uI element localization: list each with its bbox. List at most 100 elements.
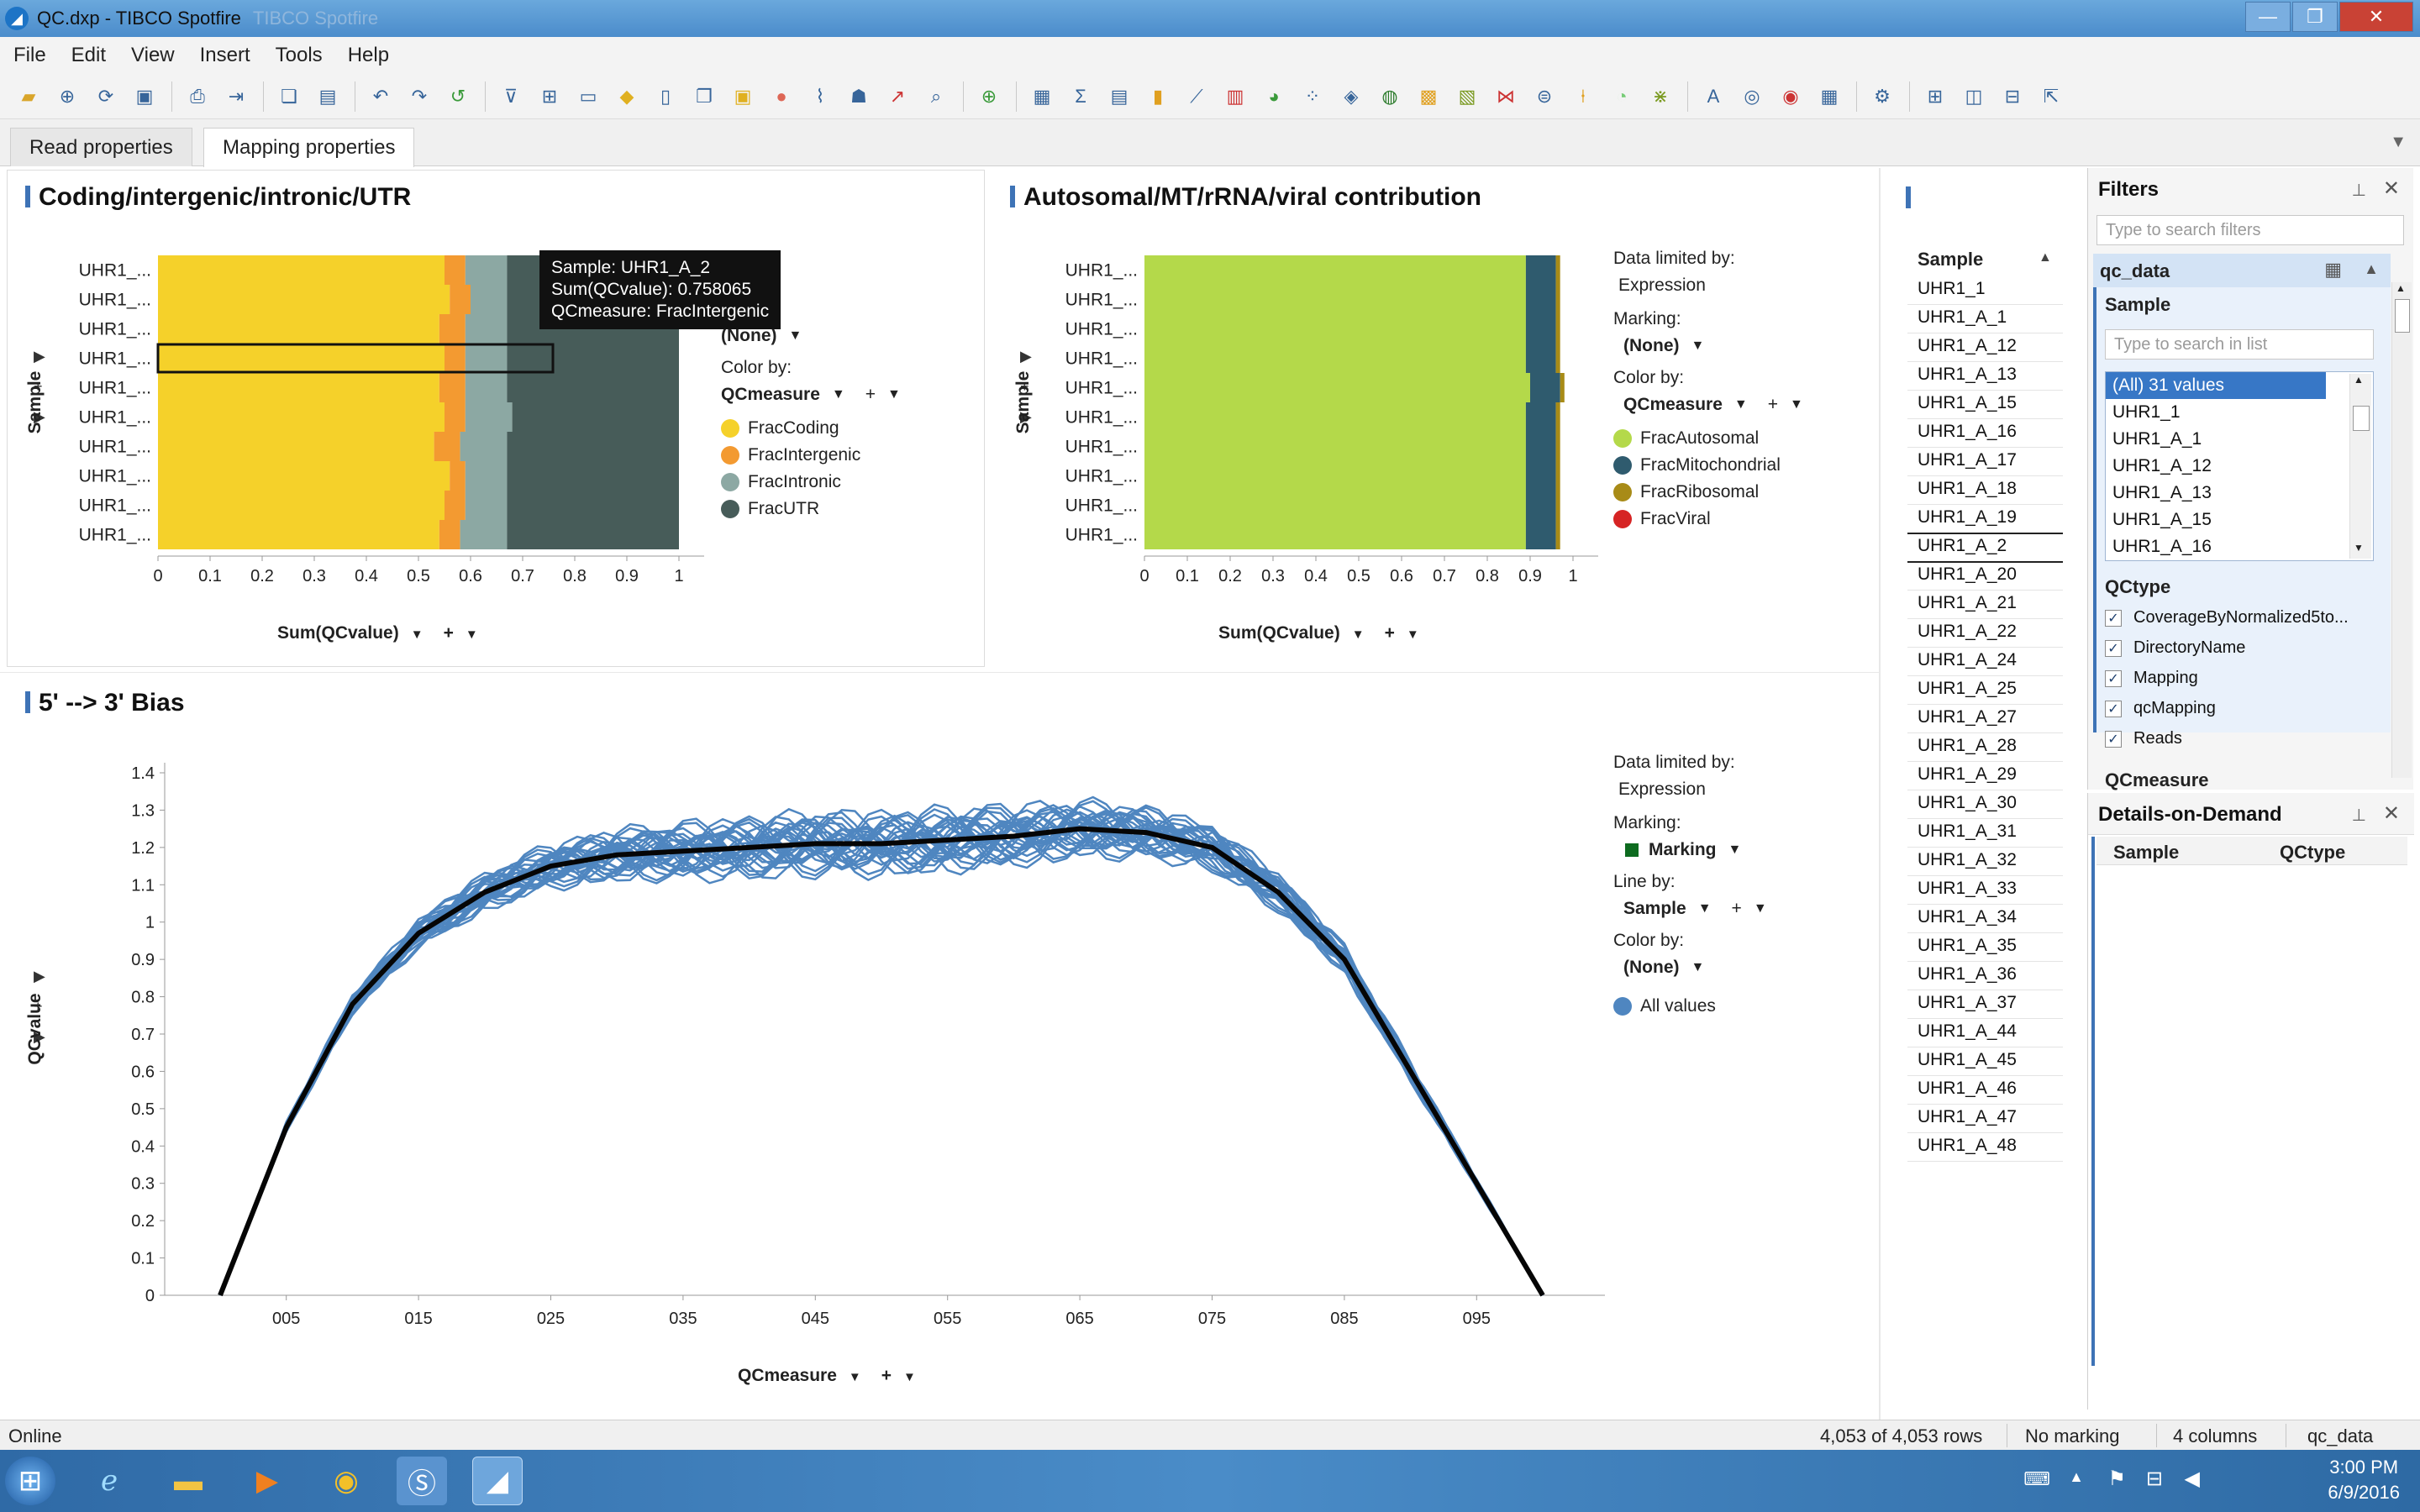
tab-mapping-properties[interactable]: Mapping properties [203, 128, 415, 167]
table-row[interactable]: UHR1_A_32 [1918, 850, 2017, 870]
listbox-scrollbar[interactable]: ▲ ▼ [2349, 374, 2371, 559]
menu-tools[interactable]: Tools [276, 44, 323, 67]
treemap-icon[interactable]: ▩ [1415, 83, 1442, 110]
marking-selector[interactable]: Marking ▼ [1613, 837, 1767, 864]
legend-item[interactable]: FracIntronic [721, 469, 901, 496]
table-row[interactable]: UHR1_A_20 [1918, 564, 2017, 585]
list-search-input[interactable]: Type to search in list [2105, 329, 2374, 360]
legend-item[interactable]: All values [1613, 993, 1767, 1020]
table-row[interactable]: UHR1_A_2 [1918, 536, 2007, 556]
zoom-icon[interactable]: ⌕ [923, 83, 950, 110]
map-icon[interactable]: ◍ [1376, 83, 1403, 110]
menu-insert[interactable]: Insert [200, 44, 250, 67]
table-row[interactable]: UHR1_A_15 [1918, 393, 2017, 413]
menu-help[interactable]: Help [348, 44, 389, 67]
table-row[interactable]: UHR1_A_18 [1918, 479, 2017, 499]
table-row[interactable]: UHR1_A_47 [1918, 1107, 2017, 1127]
collapse-icon[interactable]: ▲ [2364, 260, 2379, 278]
text-area-icon[interactable]: A [1700, 83, 1727, 110]
chrome-icon[interactable]: ◉ [321, 1457, 371, 1505]
line-by-selector[interactable]: Sample ▼ + ▼ [1613, 895, 1767, 922]
graphical-table-icon[interactable]: ▤ [1106, 83, 1133, 110]
table-row[interactable]: UHR1_A_22 [1918, 622, 2017, 642]
legend-item[interactable]: FracMitochondrial [1613, 452, 1803, 479]
kpi-icon[interactable]: ◎ [1739, 83, 1765, 110]
table-row[interactable]: UHR1_A_46 [1918, 1079, 2017, 1099]
checkbox[interactable]: ✓ [2105, 609, 2122, 627]
table-icon[interactable]: ▦ [2324, 259, 2342, 281]
details-col-sample[interactable]: Sample [2113, 842, 2179, 864]
waterfall-icon[interactable]: ◔ [1608, 83, 1635, 110]
bias-line-chart[interactable]: QCvalue 1.4 1.3 1.2 1.1 1 0.9 0.8 0.7 0.6 0.5 0.4 0.… [17, 739, 1613, 1352]
filter-search-input[interactable]: Type to search filters [2096, 215, 2404, 245]
cross-table-icon[interactable]: Σ [1067, 83, 1094, 110]
table-row[interactable]: UHR1_A_13 [1918, 365, 2017, 385]
heatmap-icon[interactable]: ▧ [1454, 83, 1481, 110]
details-col-qctype[interactable]: QCtype [2280, 842, 2345, 864]
table-row[interactable]: UHR1_A_45 [1918, 1050, 2017, 1070]
tag-icon[interactable]: ◆ [613, 83, 640, 110]
parallel-icon[interactable]: ⋈ [1492, 83, 1519, 110]
filter-list-item[interactable]: UHR1_A_15 [2106, 507, 2326, 533]
sample-listbox[interactable]: (All) 31 values UHR1_1 UHR1_A_1 UHR1_A_12 UH… [2105, 371, 2374, 561]
checkbox[interactable]: ✓ [2105, 700, 2122, 717]
autosomal-bar-chart[interactable]: Sample UHR1_... UHR1_... UHR1_... UHR1_... UH… [1005, 244, 1610, 613]
table-row[interactable]: UHR1_A_44 [1918, 1021, 2017, 1042]
table-row[interactable]: UHR1_A_28 [1918, 736, 2017, 756]
undo-icon[interactable]: ↶ [367, 83, 394, 110]
reset-icon[interactable]: ↺ [445, 83, 471, 110]
table-row[interactable]: UHR1_A_34 [1918, 907, 2017, 927]
filter-icon[interactable]: ⊽ [497, 83, 524, 110]
skype-icon[interactable]: Ⓢ [397, 1457, 447, 1505]
media-player-icon[interactable]: ▶ [242, 1457, 292, 1505]
close-icon[interactable]: ✕ [2383, 176, 2400, 201]
details-icon[interactable]: ▭ [575, 83, 602, 110]
open-icon[interactable]: ▰ [15, 83, 42, 110]
sort-ascending-icon[interactable]: ▲ [2039, 250, 2052, 265]
checkbox[interactable]: ✓ [2105, 730, 2122, 748]
legend-item[interactable]: FracViral [1613, 506, 1803, 533]
layout-icon[interactable]: ⊞ [1922, 83, 1949, 110]
legend-item[interactable]: FracIntergenic [721, 442, 901, 469]
active-table[interactable]: qc_data [2307, 1425, 2373, 1447]
line-chart-icon[interactable]: ⟋ [1183, 83, 1210, 110]
table-row[interactable]: UHR1_A_30 [1918, 793, 2017, 813]
table-row[interactable]: UHR1_1 [1918, 279, 1986, 299]
scatter-icon[interactable]: ⁘ [1299, 83, 1326, 110]
scroll-up-icon[interactable]: ▲ [2354, 374, 2364, 386]
scroll-down-icon[interactable]: ▼ [2354, 542, 2364, 554]
table-row[interactable]: UHR1_A_31 [1918, 822, 2017, 842]
grid-icon[interactable]: ▦ [1816, 83, 1843, 110]
maximize-viz-icon[interactable]: ⇱ [2038, 83, 2065, 110]
qctype-checkbox-row[interactable]: ✓ DirectoryName [2105, 638, 2245, 658]
filter-list-item[interactable]: (All) 31 values [2106, 372, 2326, 399]
menu-view[interactable]: View [131, 44, 175, 67]
qctype-checkbox-row[interactable]: ✓ qcMapping [2105, 699, 2216, 718]
marking-icon[interactable]: ⊞ [536, 83, 563, 110]
table-group-header[interactable]: qc_data ▦ ▲ [2093, 254, 2391, 287]
minimize-button[interactable]: — [2245, 2, 2291, 32]
tray-expand-icon[interactable]: ▲ [2069, 1468, 2084, 1486]
add-data-icon[interactable]: ⊕ [54, 83, 81, 110]
spotfire-taskbar-icon[interactable]: ◢ [472, 1457, 523, 1505]
table-icon[interactable]: ▦ [1028, 83, 1055, 110]
start-button-icon[interactable]: ⊞ [5, 1457, 55, 1505]
internet-explorer-icon[interactable]: ℯ [84, 1457, 134, 1505]
print-icon[interactable]: ⎙ [184, 83, 211, 110]
stacked-icon[interactable]: ⊟ [1999, 83, 2026, 110]
table-row[interactable]: UHR1_A_17 [1918, 450, 2017, 470]
table-row[interactable]: UHR1_A_21 [1918, 593, 2017, 613]
filter-list-item[interactable]: UHR1_A_16 [2106, 533, 2326, 560]
maximize-button[interactable]: ❐ [2292, 2, 2338, 32]
tray-flag-icon[interactable]: ⚑ [2107, 1467, 2126, 1491]
table-row[interactable]: UHR1_A_12 [1918, 336, 2017, 356]
marking-selector[interactable]: (None) ▼ [1613, 333, 1803, 360]
bar-chart-icon[interactable]: ▮ [1144, 83, 1171, 110]
color-icon[interactable]: ● [768, 83, 795, 110]
paste-icon[interactable]: ▤ [314, 83, 341, 110]
table-row[interactable]: UHR1_A_37 [1918, 993, 2017, 1013]
tray-network-icon[interactable]: ⊟ [2146, 1467, 2163, 1491]
file-explorer-icon[interactable]: ▬ [163, 1457, 213, 1505]
color-by-selector[interactable]: QCmeasure ▼ + ▼ [721, 381, 901, 408]
clock[interactable]: 3:00 PM 6/9/2016 [2328, 1455, 2400, 1505]
